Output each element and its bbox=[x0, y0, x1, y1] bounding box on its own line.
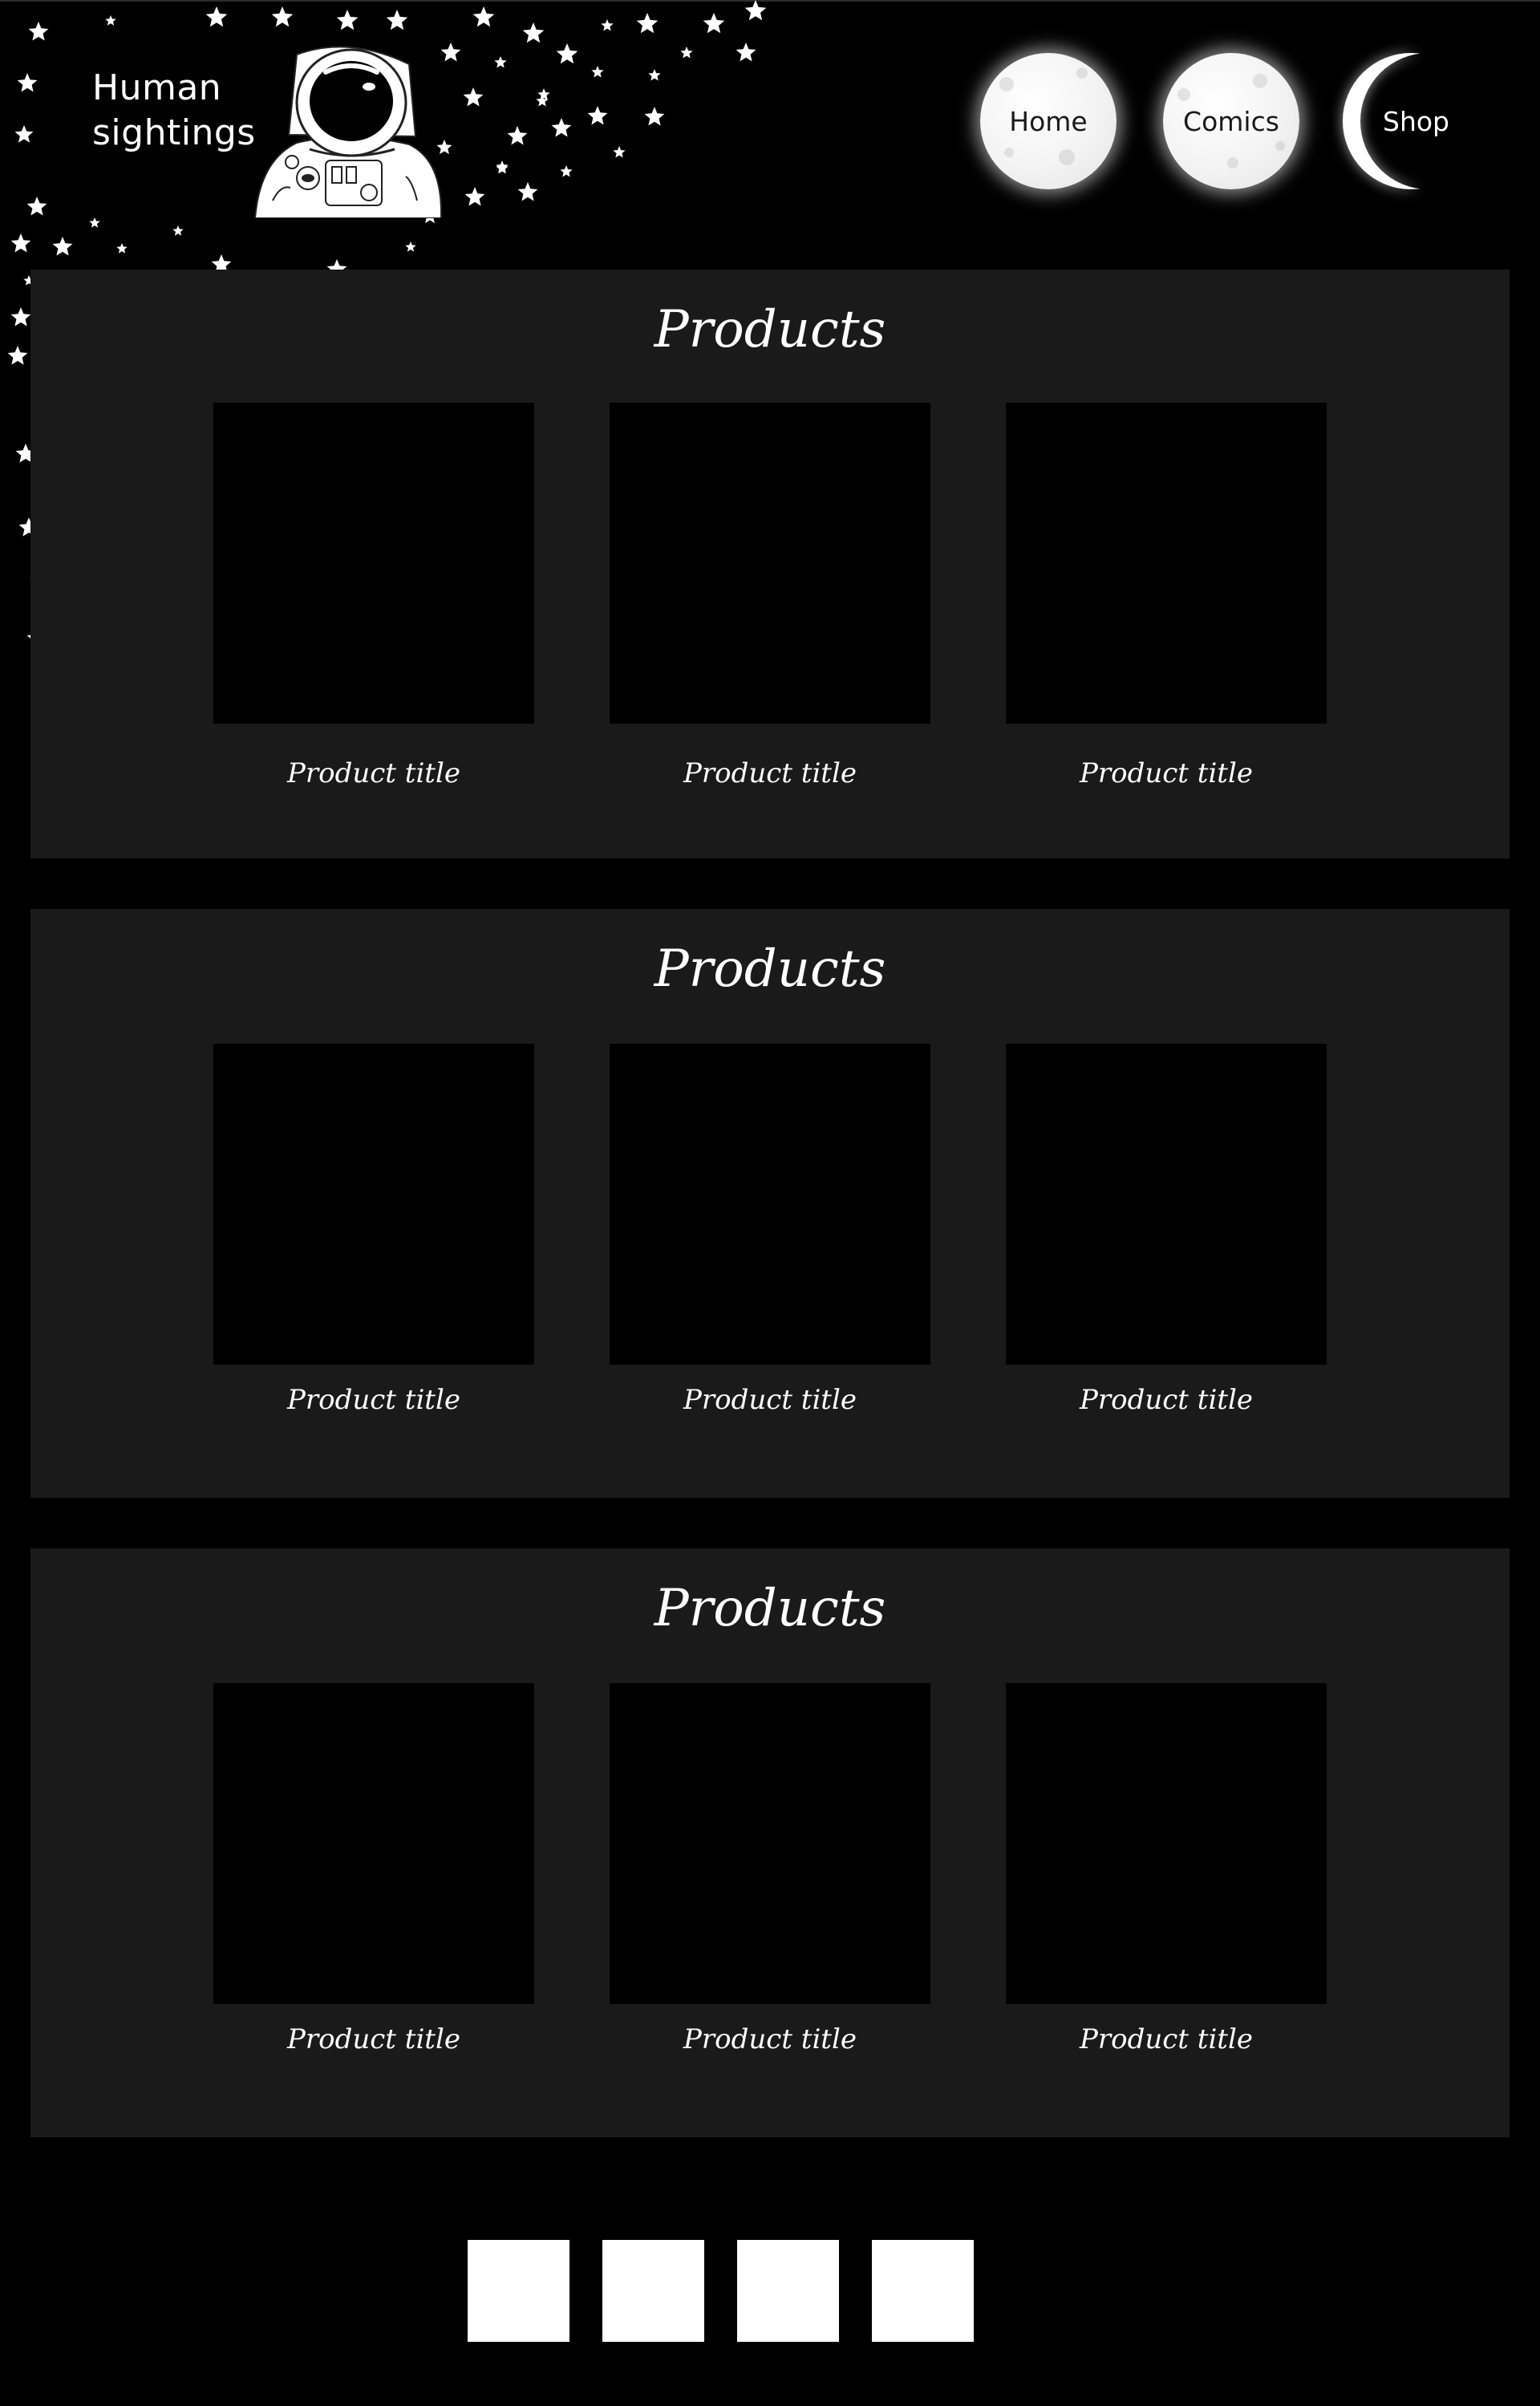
page-button[interactable] bbox=[468, 2240, 569, 2342]
product-title[interactable]: Product title bbox=[1006, 1384, 1327, 1416]
star-icon bbox=[636, 13, 659, 34]
star-icon bbox=[105, 15, 116, 26]
product-title[interactable]: Product title bbox=[213, 2023, 534, 2055]
product-title[interactable]: Product title bbox=[213, 757, 534, 789]
star-icon bbox=[591, 66, 604, 78]
star-icon bbox=[517, 182, 538, 201]
star-icon bbox=[463, 87, 484, 107]
page-button[interactable] bbox=[872, 2240, 974, 2342]
star-icon bbox=[7, 346, 28, 365]
star-icon bbox=[744, 0, 767, 21]
star-icon bbox=[28, 22, 49, 41]
section-title: Products bbox=[654, 1579, 886, 1638]
product-image[interactable] bbox=[1006, 1044, 1327, 1365]
star-icon bbox=[405, 241, 416, 252]
star-icon bbox=[507, 126, 528, 145]
product-card: Product title bbox=[213, 1044, 534, 1416]
products-section: Products Product title Product title Pro… bbox=[30, 909, 1510, 1498]
product-card: Product title bbox=[1006, 403, 1327, 789]
page-button[interactable] bbox=[602, 2240, 704, 2342]
star-icon bbox=[537, 88, 550, 100]
star-icon bbox=[205, 6, 228, 27]
star-icon bbox=[17, 73, 38, 92]
star-icon bbox=[496, 162, 509, 174]
product-title[interactable]: Product title bbox=[213, 1384, 534, 1416]
product-card: Product title bbox=[213, 1683, 534, 2055]
nav-home-button[interactable]: Home bbox=[980, 53, 1116, 189]
star-icon bbox=[464, 187, 485, 206]
product-image[interactable] bbox=[610, 1044, 930, 1365]
product-title[interactable]: Product title bbox=[1006, 757, 1327, 789]
star-icon bbox=[10, 233, 31, 253]
star-icon bbox=[386, 10, 408, 30]
star-icon bbox=[587, 106, 608, 125]
star-icon bbox=[494, 56, 507, 68]
product-card: Product title bbox=[1006, 1044, 1327, 1416]
product-title[interactable]: Product title bbox=[610, 2023, 930, 2055]
star-icon bbox=[522, 22, 545, 43]
star-icon bbox=[472, 6, 495, 27]
product-image[interactable] bbox=[610, 403, 930, 724]
product-image[interactable] bbox=[213, 1683, 534, 2004]
star-icon bbox=[89, 217, 100, 228]
product-image[interactable] bbox=[213, 403, 534, 724]
star-icon bbox=[556, 43, 578, 64]
product-image[interactable] bbox=[1006, 1683, 1327, 2004]
product-card: Product title bbox=[213, 403, 534, 789]
star-icon bbox=[116, 243, 128, 254]
section-title: Products bbox=[654, 300, 886, 359]
products-section: Products Product title Product title Pro… bbox=[30, 270, 1510, 858]
nav-comics-label: Comics bbox=[1183, 105, 1279, 137]
products-section: Products Product title Product title Pro… bbox=[30, 1548, 1510, 2137]
star-icon bbox=[172, 225, 184, 236]
product-image[interactable] bbox=[610, 1683, 930, 2004]
logo-line-1: Human bbox=[92, 67, 222, 108]
star-icon bbox=[52, 237, 73, 256]
star-icon bbox=[680, 47, 693, 59]
product-image[interactable] bbox=[1006, 403, 1327, 724]
star-icon bbox=[644, 107, 665, 126]
star-icon bbox=[613, 146, 626, 158]
page-button[interactable] bbox=[737, 2240, 839, 2342]
nav-home-label: Home bbox=[1009, 105, 1088, 137]
star-icon bbox=[10, 307, 31, 327]
star-icon bbox=[271, 6, 294, 27]
product-image[interactable] bbox=[213, 1044, 534, 1365]
star-icon bbox=[648, 69, 661, 81]
main-nav: Home Comics Shop bbox=[980, 53, 1477, 189]
star-icon bbox=[26, 197, 47, 216]
product-title[interactable]: Product title bbox=[610, 1384, 930, 1416]
star-icon bbox=[703, 13, 725, 34]
star-icon bbox=[14, 125, 34, 143]
star-icon bbox=[601, 19, 614, 31]
nav-shop-button[interactable]: Shop bbox=[1343, 53, 1479, 189]
star-icon bbox=[551, 118, 572, 137]
logo-line-2: sightings bbox=[92, 112, 256, 153]
product-title[interactable]: Product title bbox=[1006, 2023, 1327, 2055]
product-card: Product title bbox=[1006, 1683, 1327, 2055]
nav-shop-label: Shop bbox=[1383, 105, 1449, 137]
site-logo-text[interactable]: Human sightings bbox=[92, 66, 256, 156]
product-card: Product title bbox=[610, 403, 930, 789]
product-card: Product title bbox=[610, 1044, 930, 1416]
section-title: Products bbox=[654, 939, 886, 999]
star-icon bbox=[560, 165, 573, 177]
star-icon bbox=[336, 10, 359, 30]
nav-comics-button[interactable]: Comics bbox=[1163, 53, 1299, 189]
star-icon bbox=[736, 43, 756, 62]
product-card: Product title bbox=[610, 1683, 930, 2055]
product-title[interactable]: Product title bbox=[610, 757, 930, 789]
astronaut-icon bbox=[249, 40, 449, 219]
